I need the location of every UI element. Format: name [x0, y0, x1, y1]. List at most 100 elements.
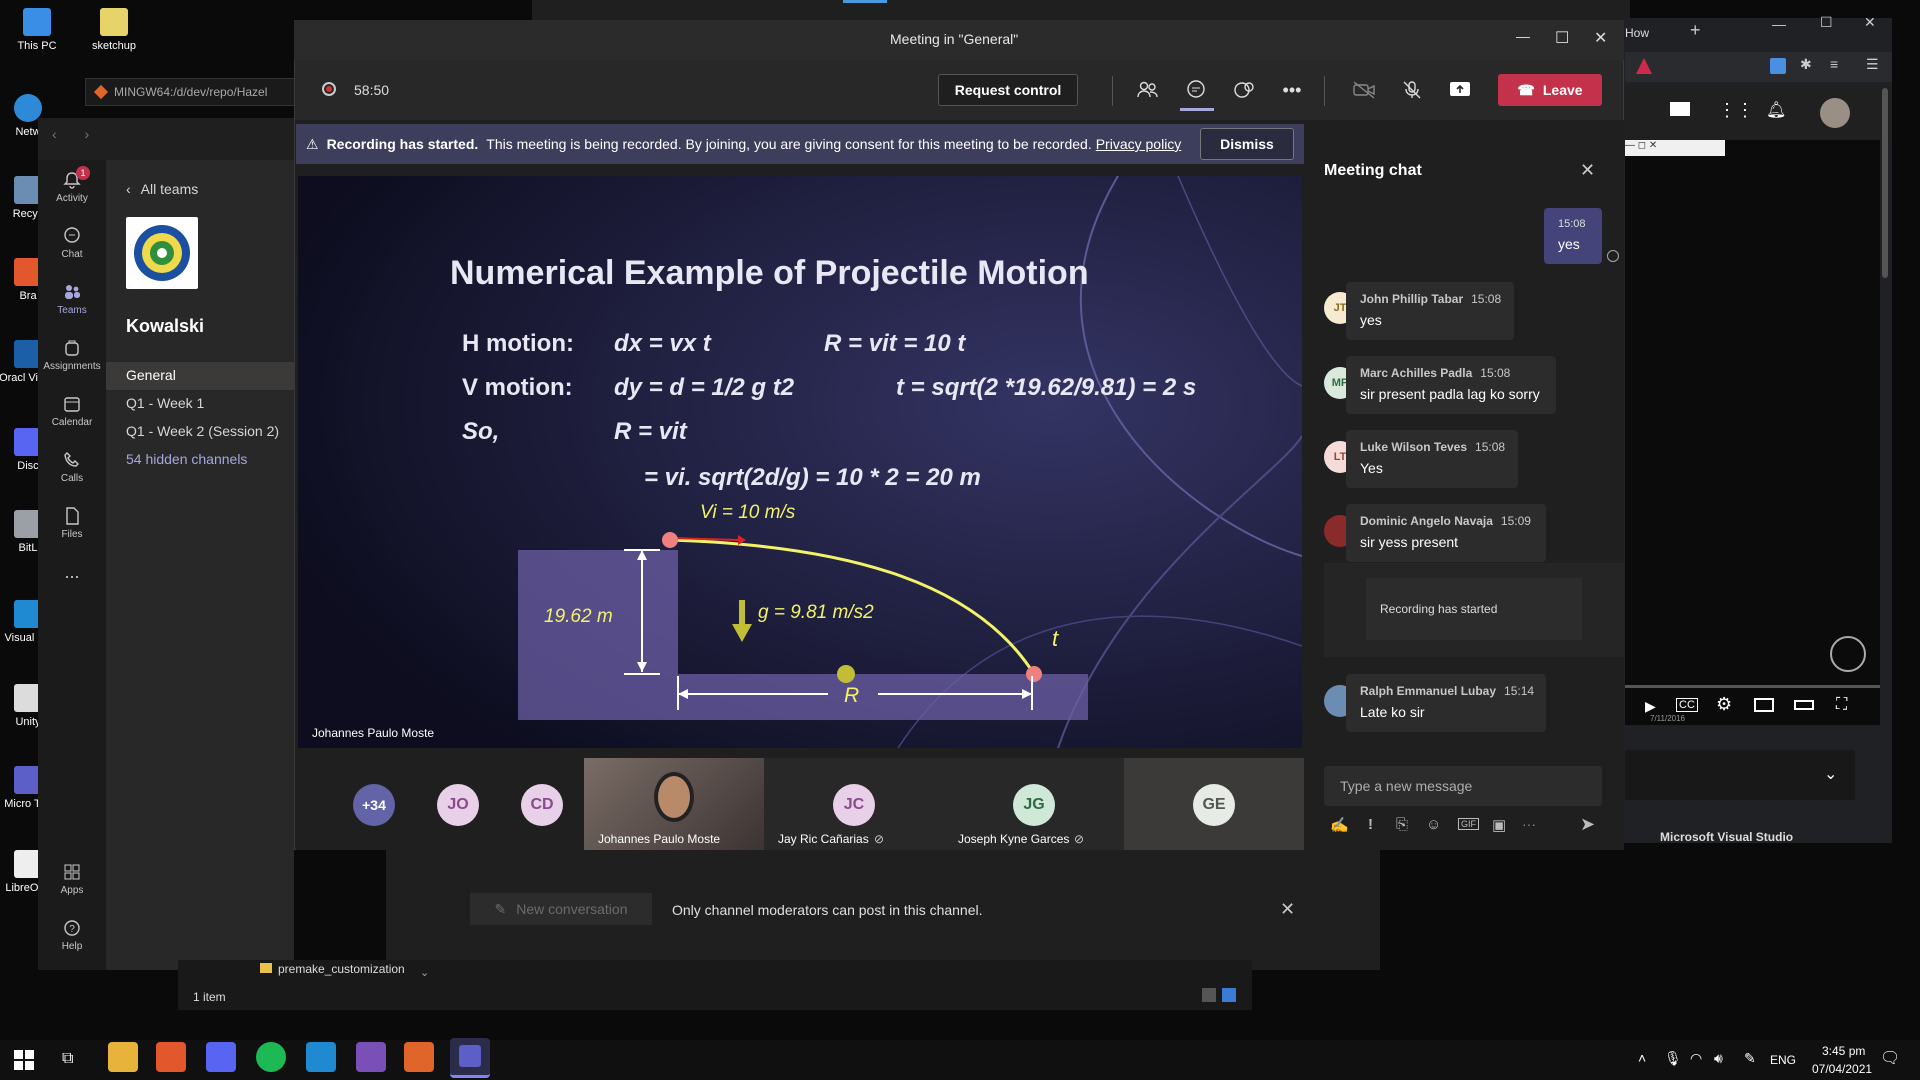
attach-icon[interactable]: ⎘: [1396, 816, 1408, 833]
taskbar-brave-icon[interactable]: [156, 1042, 186, 1072]
taskbar-visual-studio-icon[interactable]: [356, 1042, 386, 1072]
sticker-icon[interactable]: ▣: [1492, 816, 1506, 834]
puzzle-icon[interactable]: ✱: [1800, 56, 1812, 73]
clock-time[interactable]: 3:45 pm: [1822, 1044, 1865, 1058]
video-tile-ge[interactable]: GE: [1124, 758, 1304, 850]
reactions-icon[interactable]: [1230, 76, 1258, 104]
fullscreen-icon[interactable]: ⛶: [1836, 696, 1847, 714]
tray-mic-icon[interactable]: 🎙︎: [1664, 1050, 1682, 1067]
tray-chevron-icon[interactable]: ˄: [1638, 1050, 1646, 1066]
channel-week2[interactable]: Q1 - Week 2 (Session 2): [126, 423, 279, 439]
slide-t-eq: t = sqrt(2 *19.62/9.81) = 2 s: [896, 374, 1197, 401]
rail-assignments[interactable]: Assignments: [38, 338, 106, 372]
browser-minimize-icon[interactable]: —: [1772, 16, 1786, 32]
new-conversation-button[interactable]: ✎ New conversation: [470, 893, 652, 925]
menu-icon[interactable]: ☰: [1866, 56, 1879, 73]
leave-button[interactable]: ☎︎ Leave: [1498, 74, 1602, 106]
explorer-view-details-icon[interactable]: [1202, 988, 1216, 1002]
tray-pen-icon[interactable]: ✎: [1744, 1050, 1756, 1067]
camera-off-icon[interactable]: [1350, 76, 1378, 104]
play-icon[interactable]: ▶: [1645, 698, 1656, 715]
taskbar-git-icon[interactable]: [404, 1042, 434, 1072]
start-button[interactable]: [14, 1050, 34, 1070]
all-teams-link[interactable]: ‹ All teams: [126, 181, 198, 197]
new-tab-icon[interactable]: +: [1690, 20, 1701, 41]
more-options-icon[interactable]: ···: [1522, 816, 1536, 832]
rail-teams[interactable]: Teams: [38, 282, 106, 316]
request-control-button[interactable]: Request control: [938, 74, 1078, 106]
taskbar-file-explorer-icon[interactable]: [108, 1042, 138, 1072]
rail-files[interactable]: Files: [38, 506, 106, 540]
send-icon[interactable]: ➤: [1580, 814, 1595, 835]
desktop-icon-sketchup[interactable]: sketchup: [78, 8, 150, 52]
explorer-folder-item[interactable]: premake_customization: [260, 962, 405, 976]
browser-maximize-icon[interactable]: ☐: [1820, 14, 1833, 31]
settings-gear-icon[interactable]: ⚙: [1716, 694, 1732, 715]
playlist-icon[interactable]: ≡: [1830, 56, 1838, 72]
participant-avatar-jo[interactable]: JO: [437, 784, 479, 826]
privacy-policy-link[interactable]: Privacy policy: [1096, 136, 1182, 152]
miniplayer-icon[interactable]: [1754, 698, 1774, 712]
notifications-bell-icon[interactable]: 🔔︎: [1766, 100, 1786, 120]
player-progress[interactable]: [1625, 685, 1880, 688]
team-logo: [126, 217, 198, 289]
more-actions-icon[interactable]: •••: [1278, 76, 1306, 104]
dismiss-button[interactable]: Dismiss: [1200, 128, 1294, 160]
rail-more[interactable]: ...: [38, 562, 106, 583]
channel-general[interactable]: General: [126, 367, 176, 383]
video-tile-jg[interactable]: JG Joseph Kyne Garces ⊘: [944, 758, 1124, 850]
taskbar-vscode-icon[interactable]: [306, 1042, 336, 1072]
rail-apps[interactable]: Apps: [38, 862, 106, 896]
rail-help[interactable]: ? Help: [38, 918, 106, 952]
captions-icon[interactable]: CC: [1676, 698, 1698, 712]
explorer-view-tiles-icon[interactable]: [1222, 988, 1236, 1002]
apps-grid-icon[interactable]: ⋮⋮: [1718, 100, 1754, 121]
tray-wifi-icon[interactable]: ◠: [1690, 1050, 1702, 1067]
emoji-icon[interactable]: ☺: [1426, 816, 1441, 833]
browser-scrollbar[interactable]: [1882, 88, 1888, 278]
player-nav-icon[interactable]: [1830, 636, 1866, 672]
taskbar-teams-icon[interactable]: [450, 1038, 490, 1078]
window-close-icon[interactable]: ✕: [1594, 28, 1607, 48]
theater-icon[interactable]: [1794, 700, 1814, 710]
create-video-icon[interactable]: [1670, 102, 1690, 116]
channel-week1[interactable]: Q1 - Week 1: [126, 395, 204, 411]
important-icon[interactable]: !: [1368, 816, 1373, 833]
rail-calls[interactable]: Calls: [38, 450, 106, 484]
explorer-chevron-icon[interactable]: ⌄: [420, 966, 429, 979]
overflow-participants[interactable]: +34: [353, 784, 395, 826]
gif-icon[interactable]: GIF: [1458, 818, 1479, 830]
browser-tab[interactable]: How: [1625, 18, 1663, 48]
account-avatar[interactable]: [1820, 98, 1850, 128]
taskbar-discord-icon[interactable]: [206, 1042, 236, 1072]
tray-volume-icon[interactable]: 🔊︎: [1714, 1050, 1723, 1067]
mic-muted-icon[interactable]: [1398, 76, 1426, 104]
close-notice-icon[interactable]: ✕: [1280, 899, 1295, 920]
recording-banner: ⚠ Recording has started. This meeting is…: [296, 124, 1304, 164]
rail-activity[interactable]: 1 Activity: [38, 166, 106, 204]
rail-calendar[interactable]: Calendar: [38, 394, 106, 428]
terminal-titlebar[interactable]: MINGW64:/d/dev/repo/Hazel: [85, 78, 295, 106]
browser-close-icon[interactable]: ✕: [1864, 14, 1876, 31]
participant-avatar-cd[interactable]: CD: [521, 784, 563, 826]
translate-icon[interactable]: [1770, 58, 1786, 74]
video-tile-presenter[interactable]: Johannes Paulo Moste: [584, 758, 764, 850]
format-icon[interactable]: ✍: [1330, 816, 1349, 834]
chat-toggle-icon[interactable]: [1182, 76, 1210, 104]
input-language[interactable]: ENG: [1770, 1053, 1796, 1067]
chat-compose-input[interactable]: Type a new message: [1324, 766, 1602, 806]
rail-chat[interactable]: Chat: [38, 226, 106, 260]
hidden-channels-link[interactable]: 54 hidden channels: [126, 451, 247, 467]
window-minimize-icon[interactable]: —: [1516, 28, 1530, 44]
video-tile-jc[interactable]: JC Jay Ric Cañarias ⊘: [764, 758, 944, 850]
clock-date[interactable]: 07/04/2021: [1812, 1062, 1872, 1076]
share-screen-icon[interactable]: [1446, 76, 1474, 104]
desktop-icon-this-pc[interactable]: This PC: [1, 8, 73, 52]
window-maximize-icon[interactable]: ☐: [1555, 28, 1569, 48]
expand-chevron-icon[interactable]: ⌄: [1824, 764, 1837, 784]
close-chat-icon[interactable]: ✕: [1580, 160, 1595, 181]
task-view-icon[interactable]: ⧉: [62, 1050, 73, 1068]
participants-icon[interactable]: [1134, 76, 1162, 104]
taskbar-spotify-icon[interactable]: [256, 1042, 286, 1072]
notifications-icon[interactable]: 🗨︎: [1880, 1048, 1900, 1068]
